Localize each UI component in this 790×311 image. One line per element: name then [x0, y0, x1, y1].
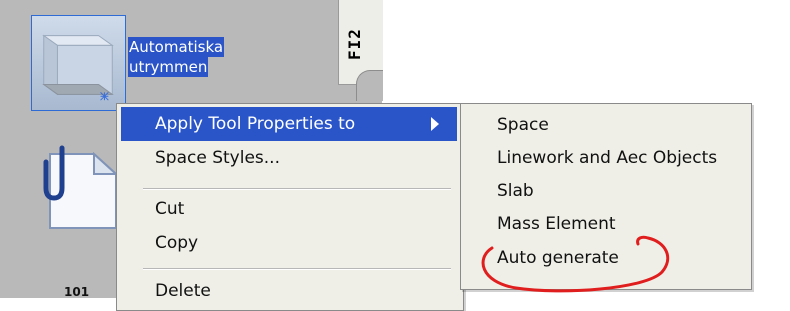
submenu-item-space[interactable]: Space: [497, 108, 549, 142]
submenu-item-linework-and-aec-objects[interactable]: Linework and Aec Objects: [497, 141, 717, 175]
submenu-arrow-icon: [431, 117, 439, 131]
apply-tool-properties-submenu: Space Linework and Aec Objects Slab Mass…: [460, 103, 752, 290]
menu-separator: [143, 268, 451, 270]
context-menu: Apply Tool Properties to Space Styles...…: [116, 103, 464, 311]
submenu-item-mass-element[interactable]: Mass Element: [497, 207, 616, 241]
palette-tab-label: FI2: [345, 28, 364, 60]
menu-item-label: Delete: [155, 281, 211, 301]
menu-item-label: Apply Tool Properties to: [155, 114, 356, 134]
menu-item-copy[interactable]: Copy: [121, 226, 457, 260]
submenu-item-slab[interactable]: Slab: [497, 174, 534, 208]
menu-item-cut[interactable]: Cut: [121, 192, 457, 226]
space-tool-label-line2: utrymmen: [128, 57, 209, 77]
menu-item-label: Copy: [155, 233, 199, 253]
submenu-item-auto-generate[interactable]: Auto generate: [497, 241, 619, 275]
menu-item-space-styles[interactable]: Space Styles...: [121, 141, 457, 175]
attachment-icon[interactable]: [36, 144, 124, 234]
menu-separator: [143, 188, 451, 190]
space-tool-icon[interactable]: [31, 15, 126, 111]
menu-item-apply-tool-properties[interactable]: Apply Tool Properties to: [121, 107, 457, 141]
palette-tab-ear: [356, 70, 383, 101]
space-tool-label: Automatiska utrymmen: [128, 37, 225, 77]
menu-item-delete[interactable]: Delete: [121, 274, 457, 308]
menu-item-label: Cut: [155, 199, 185, 219]
space-tool-label-line1: Automatiska: [128, 37, 225, 57]
room-tag-tool-label: 101: [64, 285, 90, 299]
menu-item-label: Space Styles...: [155, 148, 280, 168]
